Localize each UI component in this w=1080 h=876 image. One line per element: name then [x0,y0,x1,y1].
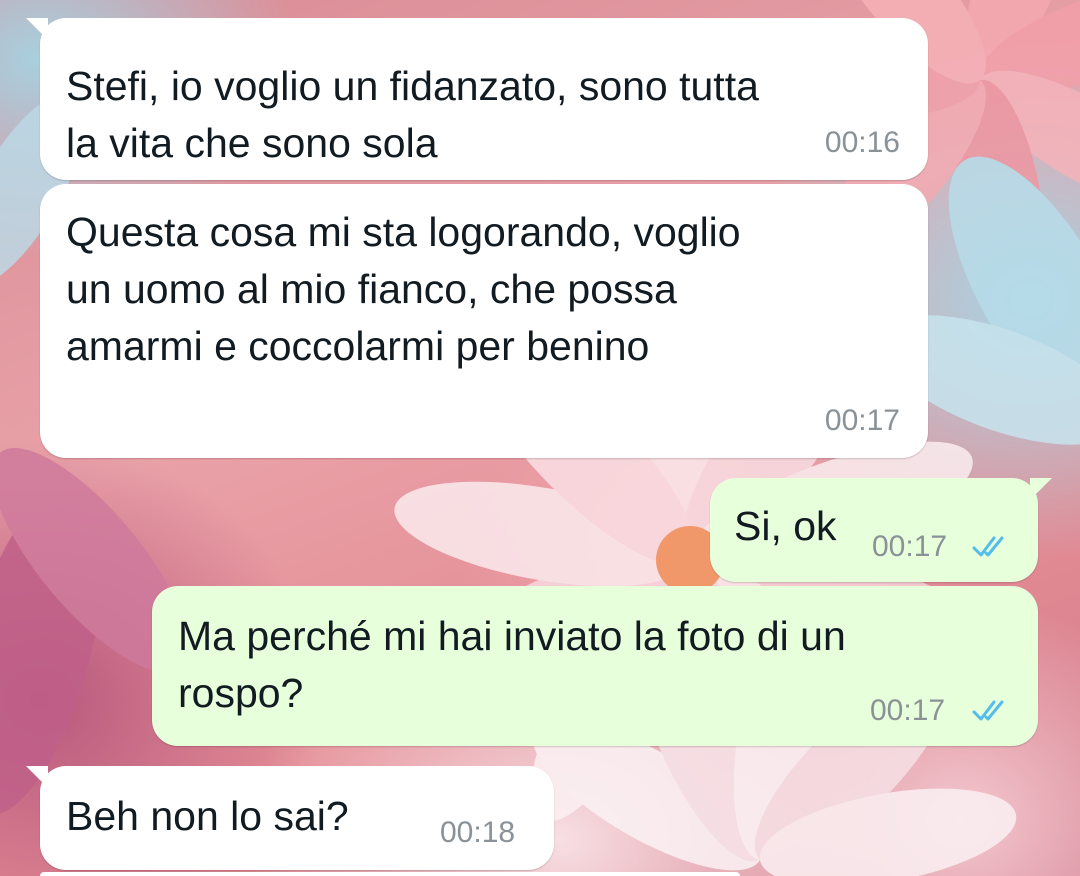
message-timestamp: 00:18 [440,816,516,849]
message-timestamp: 00:17 [872,530,948,563]
message-timestamp: 00:17 [824,404,900,437]
message-bubble-outgoing[interactable]: Si, ok 00:17 [710,478,1052,582]
double-check-read-icon [972,536,1004,557]
message-timestamp: 00:16 [824,126,900,159]
message-text: Questa cosa mi sta logorando, voglio un … [66,209,741,369]
message-bubble-outgoing[interactable]: Ma perché mi hai inviato la foto di un r… [152,586,1038,746]
message-text: Stefi, io voglio un fidanzato, sono tutt… [66,63,759,166]
message-bubble-incoming[interactable]: Stefi, io voglio un fidanzato, sono tutt… [26,18,928,180]
message-text: Si, ok [734,503,837,549]
bubble-tail [26,18,48,40]
bubble-tail [1030,478,1052,500]
message-timestamp: 00:17 [870,694,946,727]
bubble-tail [26,766,48,788]
message-bubble-incoming-partial [40,872,740,876]
message-bubble-incoming[interactable]: Beh non lo sai? 00:18 [26,766,554,870]
message-text: Ma perché mi hai inviato la foto di un r… [178,613,846,716]
message-bubble-incoming[interactable]: Questa cosa mi sta logorando, voglio un … [40,184,928,458]
double-check-read-icon [972,700,1004,721]
message-text: Beh non lo sai? [66,793,349,839]
